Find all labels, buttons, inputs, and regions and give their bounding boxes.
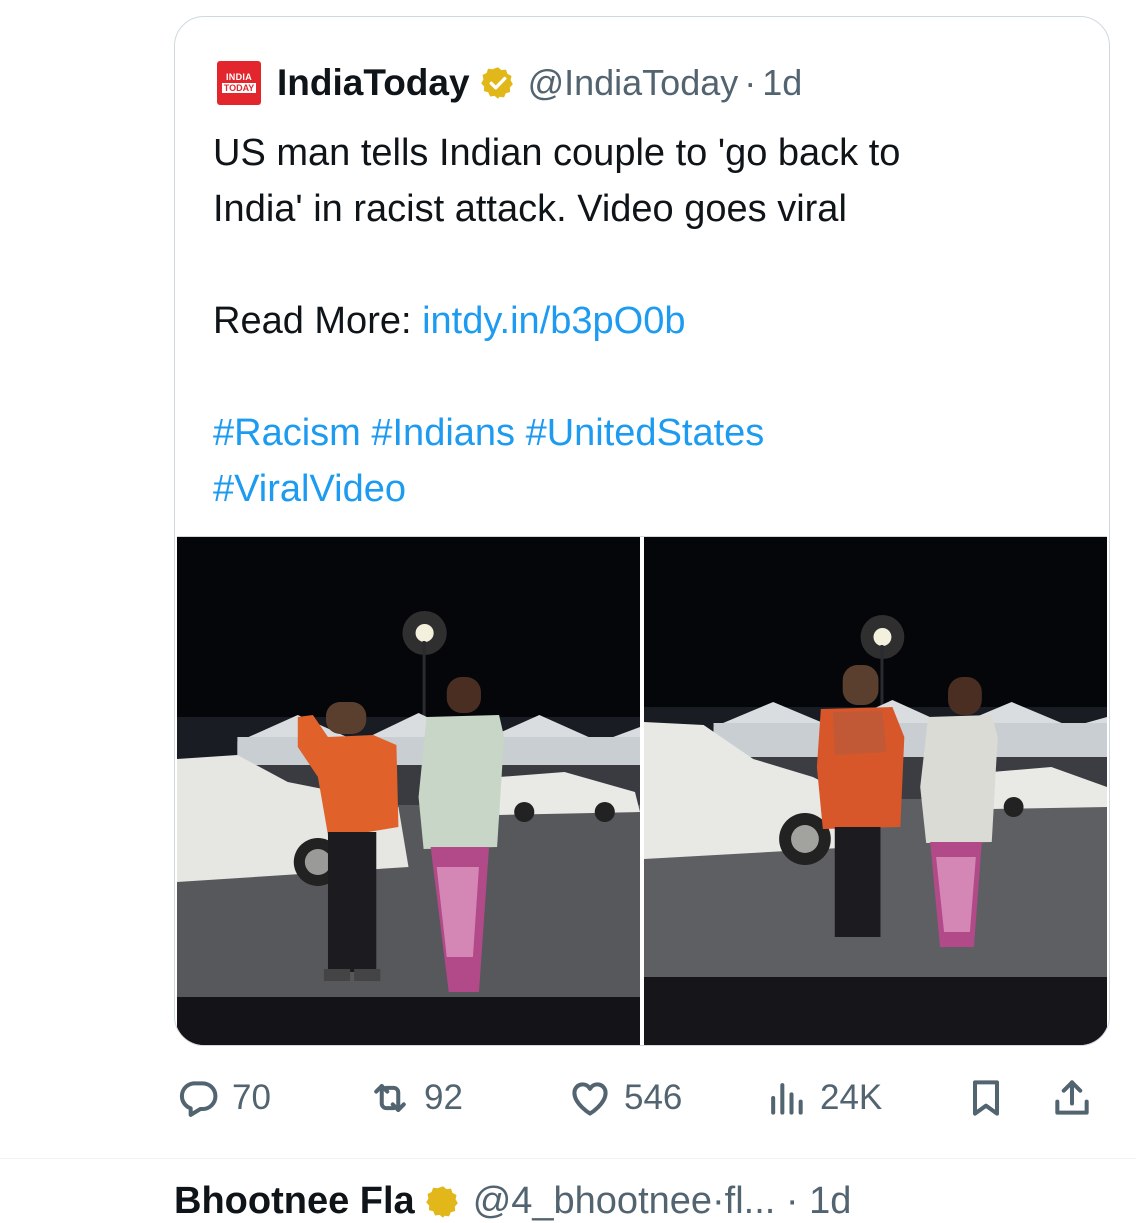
share-button[interactable] bbox=[1050, 1076, 1100, 1120]
next-author-name[interactable]: Bhootnee Fla bbox=[174, 1180, 415, 1223]
author-name[interactable]: IndiaToday bbox=[277, 62, 470, 104]
hashtags-line[interactable]: #Racism #Indians #UnitedStates bbox=[213, 405, 1073, 461]
heart-icon bbox=[572, 1082, 608, 1116]
logo-text-line2: TODAY bbox=[221, 83, 257, 93]
separator-dot: · bbox=[744, 62, 757, 103]
repost-button[interactable]: 92 bbox=[368, 1076, 568, 1120]
night-parking-lot-photo bbox=[644, 537, 1107, 1045]
verified-badge-icon bbox=[425, 1185, 458, 1218]
tweet-timestamp[interactable]: 1d bbox=[762, 62, 802, 104]
hashtags-line[interactable]: #ViralVideo bbox=[213, 461, 1073, 517]
repost-icon bbox=[374, 1084, 406, 1112]
author-handle[interactable]: @IndiaToday bbox=[528, 62, 739, 104]
next-tweet-header[interactable]: Bhootnee Fla @4_bhootnee·fl... · 1d bbox=[174, 1180, 851, 1223]
india-today-logo[interactable]: INDIA TODAY bbox=[217, 61, 261, 105]
bookmark-icon bbox=[972, 1080, 1000, 1116]
media-grid bbox=[177, 536, 1107, 1045]
share-icon bbox=[1055, 1080, 1089, 1115]
tweet-header: INDIA TODAY IndiaToday @IndiaToday · 1d bbox=[217, 59, 802, 107]
repost-count: 92 bbox=[424, 1078, 463, 1117]
like-count: 546 bbox=[624, 1078, 683, 1117]
next-author-handle[interactable]: @4_bhootnee·fl... · 1d bbox=[473, 1180, 852, 1223]
night-parking-lot-photo bbox=[177, 537, 640, 1045]
views-count: 24K bbox=[820, 1078, 883, 1117]
reply-count: 70 bbox=[232, 1078, 271, 1117]
tweet-actions-bar: 70 92 546 24K bbox=[176, 1070, 1116, 1126]
like-button[interactable]: 546 bbox=[568, 1076, 764, 1120]
read-more-line: Read More: intdy.in/b3pO0b bbox=[213, 293, 1073, 349]
read-more-label: Read More: bbox=[213, 300, 412, 342]
views-chart-icon bbox=[771, 1083, 803, 1115]
quoted-tweet-card[interactable]: INDIA TODAY IndiaToday @IndiaToday · 1d … bbox=[174, 16, 1110, 1046]
media-image-left[interactable] bbox=[177, 537, 640, 1045]
tweet-text-line: US man tells Indian couple to 'go back t… bbox=[213, 132, 901, 174]
tweet-text: US man tells Indian couple to 'go back t… bbox=[213, 125, 1073, 517]
verified-badge-icon bbox=[480, 67, 513, 99]
read-more-link[interactable]: intdy.in/b3pO0b bbox=[422, 300, 685, 342]
reply-button[interactable]: 70 bbox=[176, 1076, 368, 1120]
feed-divider bbox=[0, 1158, 1136, 1159]
media-image-right[interactable] bbox=[644, 537, 1107, 1045]
tweet-text-line: India' in racist attack. Video goes vira… bbox=[213, 188, 847, 230]
views-button[interactable]: 24K bbox=[764, 1076, 964, 1120]
bookmark-button[interactable] bbox=[964, 1076, 1050, 1120]
logo-text-line1: INDIA bbox=[226, 72, 252, 82]
reply-icon bbox=[179, 1081, 218, 1117]
